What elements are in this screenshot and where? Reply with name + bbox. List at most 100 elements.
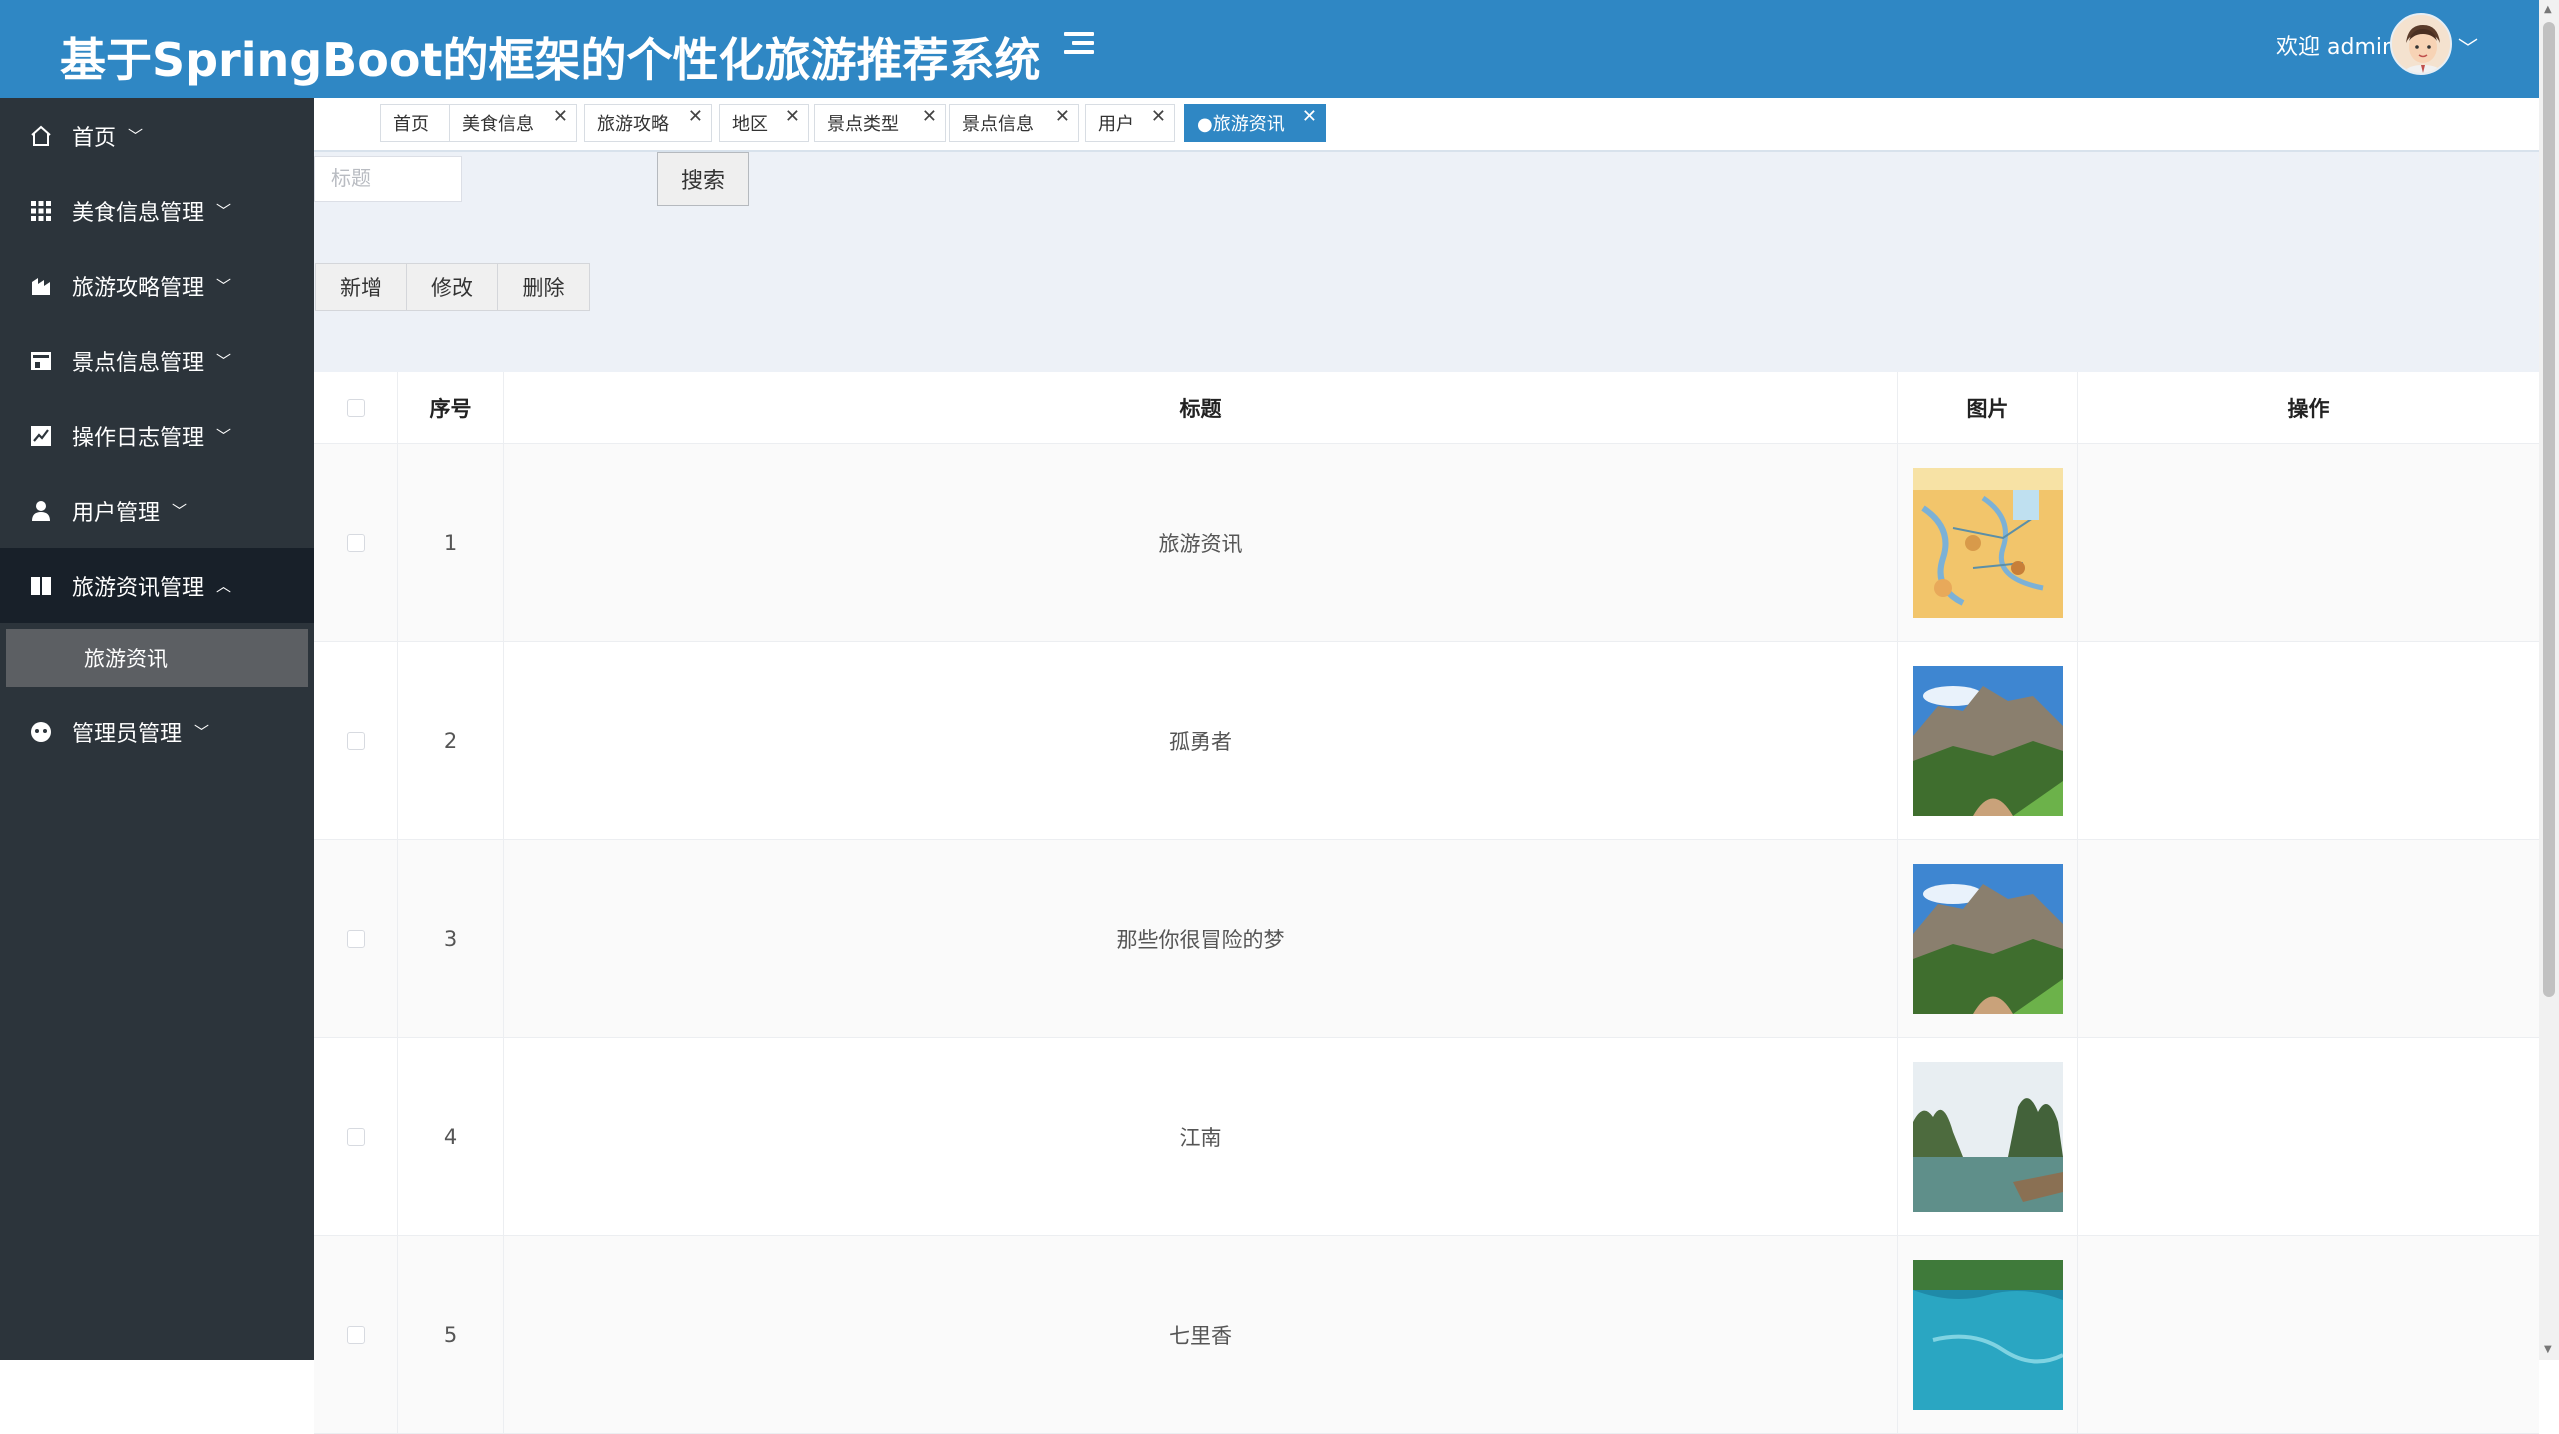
sidebar-item-guide[interactable]: 旅游攻略管理 ﹀ — [0, 248, 314, 323]
tab-news[interactable]: ●旅游资讯 ✕ — [1184, 104, 1326, 142]
tabs-bar: 首页 美食信息 ✕ 旅游攻略 ✕ 地区 ✕ 景点类型 ✕ 景点信息 ✕ 用户 ✕ ●旅游资讯… — [314, 98, 2539, 152]
header-no: 序号 — [398, 372, 504, 443]
sidebar-item-label: 旅游攻略管理 — [72, 275, 205, 301]
row-checkbox[interactable] — [346, 1127, 365, 1146]
table-row[interactable]: 1 旅游资讯 — [314, 444, 2539, 642]
sidebar-item-home[interactable]: 首页 ﹀ — [0, 98, 314, 173]
chevron-down-icon: ﹀ — [172, 502, 188, 520]
close-icon[interactable]: ✕ — [688, 106, 703, 127]
tab-food[interactable]: 美食信息 ✕ — [449, 104, 577, 142]
row-op — [2078, 642, 2539, 839]
chevron-up-icon: ︿ — [216, 577, 232, 595]
table-row[interactable]: 3 那些你很冒险的梦 — [314, 840, 2539, 1038]
tab-home[interactable]: 首页 — [380, 104, 450, 142]
chart-icon — [28, 273, 54, 299]
sidebar-item-label: 景点信息管理 — [72, 350, 205, 376]
page-scrollbar[interactable]: ▲ ▼ — [2539, 0, 2559, 1360]
row-no: 2 — [398, 642, 504, 839]
close-icon[interactable]: ✕ — [785, 106, 800, 127]
app-title: 基于SpringBoot的框架的个性化旅游推荐系统 — [60, 33, 1041, 87]
sidebar-item-label: 美食信息管理 — [72, 200, 205, 226]
tab-scenic-type[interactable]: 景点类型 ✕ — [814, 104, 946, 142]
table-header: 序号 标题 图片 操作 — [314, 372, 2539, 444]
sidebar-item-news[interactable]: 旅游资讯管理 ︿ — [0, 548, 314, 623]
header-title: 标题 — [504, 372, 1898, 443]
sidebar-item-label: 用户管理 — [72, 500, 161, 526]
table-row[interactable]: 2 孤勇者 — [314, 642, 2539, 840]
avatar[interactable] — [2390, 13, 2452, 75]
map-thumbnail — [1912, 467, 2063, 618]
row-title: 那些你很冒险的梦 — [504, 840, 1898, 1037]
row-op — [2078, 1236, 2539, 1433]
close-icon[interactable]: ✕ — [922, 106, 937, 127]
row-no: 4 — [398, 1038, 504, 1235]
water-thumbnail — [1912, 1259, 2063, 1410]
row-op — [2078, 840, 2539, 1037]
scroll-up-icon[interactable]: ▲ — [2544, 4, 2552, 15]
sidebar-subitem-news[interactable]: 旅游资讯 — [6, 629, 308, 687]
edit-button[interactable]: 修改 — [406, 263, 498, 311]
row-no: 3 — [398, 840, 504, 1037]
lake-thumbnail — [1912, 1061, 2063, 1212]
close-icon[interactable]: ✕ — [1055, 106, 1070, 127]
admin-icon — [28, 719, 54, 745]
select-all-checkbox[interactable] — [346, 398, 365, 417]
table-row[interactable]: 5 七里香 — [314, 1236, 2539, 1434]
chevron-down-icon: ﹀ — [216, 202, 232, 220]
row-checkbox[interactable] — [346, 929, 365, 948]
tab-scenic-info[interactable]: 景点信息 ✕ — [949, 104, 1079, 142]
grid-icon — [28, 198, 54, 224]
top-header: 基于SpringBoot的框架的个性化旅游推荐系统 欢迎 admin ﹀ — [0, 0, 2559, 98]
user-icon — [28, 498, 54, 524]
chevron-down-icon: ﹀ — [216, 277, 232, 295]
chevron-down-icon: ﹀ — [216, 352, 232, 370]
close-icon[interactable]: ✕ — [1302, 106, 1317, 127]
row-title: 旅游资讯 — [504, 444, 1898, 641]
close-icon[interactable]: ✕ — [553, 106, 568, 127]
mountain-thumbnail — [1912, 863, 2063, 1014]
welcome-text: 欢迎 admin — [2276, 35, 2396, 60]
menu-toggle-icon[interactable] — [1064, 32, 1094, 58]
chevron-down-icon: ﹀ — [194, 723, 210, 741]
tab-guide[interactable]: 旅游攻略 ✕ — [584, 104, 712, 142]
add-button[interactable]: 新增 — [315, 263, 407, 311]
sidebar-item-label: 管理员管理 — [72, 721, 183, 747]
row-no: 5 — [398, 1236, 504, 1433]
row-title: 孤勇者 — [504, 642, 1898, 839]
log-icon — [28, 423, 54, 449]
row-checkbox[interactable] — [346, 731, 365, 750]
sidebar-item-admin[interactable]: 管理员管理 ﹀ — [0, 694, 314, 769]
sidebar-item-label: 旅游资讯管理 — [72, 575, 205, 601]
header-op: 操作 — [2287, 396, 2330, 421]
store-icon — [28, 348, 54, 374]
scroll-down-icon[interactable]: ▼ — [2544, 1344, 2552, 1355]
row-title: 七里香 — [504, 1236, 1898, 1433]
header-image: 图片 — [1898, 372, 2078, 443]
row-title: 江南 — [504, 1038, 1898, 1235]
tab-user[interactable]: 用户 ✕ — [1085, 104, 1175, 142]
tab-region[interactable]: 地区 ✕ — [719, 104, 809, 142]
sidebar-item-label: 操作日志管理 — [72, 425, 205, 451]
row-checkbox[interactable] — [346, 1325, 365, 1344]
row-op — [2078, 444, 2539, 641]
sidebar-item-log[interactable]: 操作日志管理 ﹀ — [0, 398, 314, 473]
home-icon — [28, 123, 54, 149]
toolbar-panel — [314, 152, 2539, 372]
sidebar: 首页 ﹀ 美食信息管理 ﹀ 旅游攻略管理 ﹀ 景点信息管理 ﹀ 操作日志管理 ﹀… — [0, 98, 314, 1360]
sidebar-item-food[interactable]: 美食信息管理 ﹀ — [0, 173, 314, 248]
search-button[interactable]: 搜索 — [657, 152, 749, 206]
chevron-down-icon: ﹀ — [216, 427, 232, 445]
chevron-down-icon[interactable]: ﹀ — [2458, 32, 2478, 61]
chevron-down-icon: ﹀ — [128, 127, 144, 145]
search-input[interactable] — [314, 156, 462, 202]
delete-button[interactable]: 删除 — [497, 263, 590, 311]
sidebar-item-users[interactable]: 用户管理 ﹀ — [0, 473, 314, 548]
row-checkbox[interactable] — [346, 533, 365, 552]
close-icon[interactable]: ✕ — [1151, 106, 1166, 127]
row-no: 1 — [398, 444, 504, 641]
sidebar-item-label: 首页 — [72, 125, 117, 151]
mountain-thumbnail — [1912, 665, 2063, 816]
table-row[interactable]: 4 江南 — [314, 1038, 2539, 1236]
sidebar-item-scenic[interactable]: 景点信息管理 ﹀ — [0, 323, 314, 398]
scrollbar-thumb[interactable] — [2543, 22, 2555, 997]
